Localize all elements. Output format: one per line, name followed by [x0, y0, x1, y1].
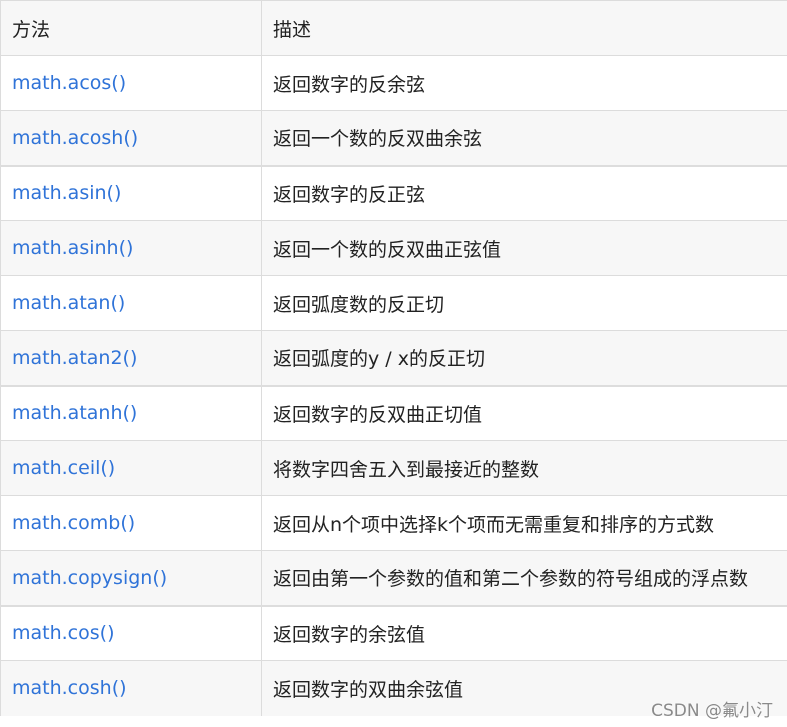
method-cell: math.asin(): [0, 164, 262, 221]
table-row: math.ceil() 将数字四舍五入到最接近的整数: [0, 440, 787, 496]
method-cell: math.acos(): [0, 55, 262, 111]
table-row: math.atan() 返回弧度数的反正切: [0, 275, 787, 331]
method-cell: math.atan2(): [0, 330, 262, 386]
method-link[interactable]: math.copysign(): [12, 567, 167, 589]
description-cell: 返回一个数的反双曲余弦: [261, 110, 787, 166]
description-cell: 返回弧度数的反正切: [261, 275, 787, 331]
table-row: math.atan2() 返回弧度的y / x的反正切: [0, 330, 787, 386]
description-cell: 返回数字的余弦值: [261, 604, 787, 661]
header-method: 方法: [0, 0, 262, 56]
method-link[interactable]: math.asin(): [12, 182, 121, 204]
method-link[interactable]: math.cos(): [12, 622, 114, 644]
table-row: math.acos() 返回数字的反余弦: [0, 55, 787, 111]
method-cell: math.ceil(): [0, 440, 262, 496]
description-cell: 返回一个数的反双曲正弦值: [261, 220, 787, 276]
table-row: math.copysign() 返回由第一个参数的值和第二个参数的符号组成的浮点…: [0, 550, 787, 606]
description-cell: 返回从n个项中选择k个项而无需重复和排序的方式数: [261, 495, 787, 551]
method-link[interactable]: math.comb(): [12, 512, 135, 534]
description-cell: 返回由第一个参数的值和第二个参数的符号组成的浮点数: [261, 550, 787, 606]
method-link[interactable]: math.ceil(): [12, 457, 115, 479]
description-cell: 返回数字的反余弦: [261, 55, 787, 111]
method-cell: math.asinh(): [0, 220, 262, 276]
method-link[interactable]: math.acos(): [12, 72, 126, 94]
table-header-row: 方法 描述: [0, 0, 787, 56]
method-cell: math.copysign(): [0, 550, 262, 606]
methods-table: 方法 描述 math.acos() 返回数字的反余弦 math.acosh() …: [0, 0, 787, 716]
description-cell: 返回数字的反双曲正切值: [261, 384, 787, 441]
method-cell: math.acosh(): [0, 110, 262, 166]
table-row: math.atanh() 返回数字的反双曲正切值: [0, 384, 787, 441]
method-cell: math.cos(): [0, 604, 262, 661]
method-cell: math.atanh(): [0, 384, 262, 441]
header-description: 描述: [261, 0, 787, 56]
table-row: math.cos() 返回数字的余弦值: [0, 604, 787, 661]
table-row: math.acosh() 返回一个数的反双曲余弦: [0, 110, 787, 166]
method-link[interactable]: math.atan(): [12, 292, 125, 314]
method-cell: math.atan(): [0, 275, 262, 331]
description-cell: 返回数字的反正弦: [261, 164, 787, 221]
method-link[interactable]: math.acosh(): [12, 127, 138, 149]
table-row: math.comb() 返回从n个项中选择k个项而无需重复和排序的方式数: [0, 495, 787, 551]
method-cell: math.cosh(): [0, 660, 262, 716]
table-row: math.asin() 返回数字的反正弦: [0, 164, 787, 221]
description-cell: 返回弧度的y / x的反正切: [261, 330, 787, 386]
method-link[interactable]: math.asinh(): [12, 237, 133, 259]
method-cell: math.comb(): [0, 495, 262, 551]
csdn-watermark: CSDN @氟小汀: [651, 701, 773, 721]
table-row: math.asinh() 返回一个数的反双曲正弦值: [0, 220, 787, 276]
description-cell: 将数字四舍五入到最接近的整数: [261, 440, 787, 496]
method-link[interactable]: math.cosh(): [12, 677, 127, 699]
method-link[interactable]: math.atanh(): [12, 402, 137, 424]
method-link[interactable]: math.atan2(): [12, 347, 137, 369]
